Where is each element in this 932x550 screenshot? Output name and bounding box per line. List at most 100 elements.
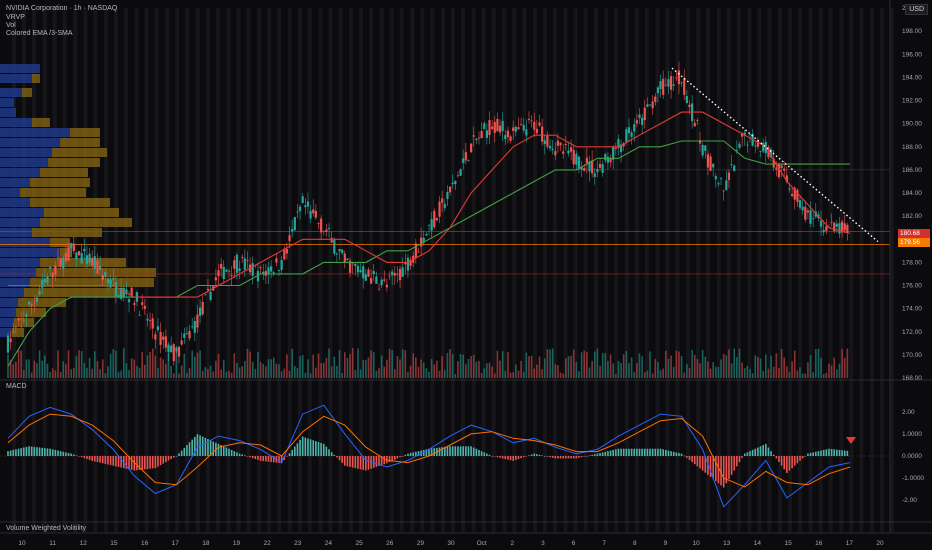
- candle-body: [201, 301, 204, 315]
- volume-bar: [372, 352, 375, 378]
- vp-buy-bar: [0, 128, 70, 137]
- candle-body: [309, 210, 312, 219]
- vp-sell-bar: [18, 298, 66, 307]
- vp-buy-bar: [0, 178, 30, 187]
- candle-body: [67, 246, 70, 261]
- volume-bar: [393, 369, 396, 378]
- volume-bar: [515, 364, 517, 378]
- candle-body: [538, 122, 541, 126]
- volume-bar: [38, 350, 41, 378]
- macd-histogram-bar: [17, 448, 20, 456]
- vp-buy-bar: [0, 88, 22, 97]
- macd-histogram-bar: [409, 452, 412, 456]
- time-tick-label: 17: [172, 540, 180, 547]
- macd-histogram-bar: [678, 452, 680, 456]
- volume-bar: [275, 363, 278, 378]
- vp-buy-bar: [0, 188, 20, 197]
- indicator-ema-sma[interactable]: Colored EMA /3-SMA: [6, 29, 73, 38]
- macd-histogram-bar: [683, 455, 686, 457]
- volume-bar: [191, 350, 193, 378]
- candle-body: [148, 320, 152, 321]
- volume-bar: [280, 371, 283, 378]
- macd-histogram-bar: [212, 441, 215, 456]
- macd-histogram-bar: [812, 452, 814, 456]
- volume-bar: [738, 348, 741, 378]
- candle-body: [643, 107, 646, 121]
- vp-buy-bar: [0, 64, 40, 73]
- macd-histogram-bar: [541, 455, 543, 456]
- macd-histogram-bar: [412, 452, 415, 456]
- candle-body: [280, 259, 283, 270]
- candle-body: [567, 150, 570, 154]
- candle-body: [296, 211, 299, 213]
- macd-histogram-bar: [191, 439, 193, 456]
- volume-bar: [265, 366, 267, 378]
- candle-body: [225, 269, 228, 272]
- macd-histogram-bar: [767, 447, 770, 456]
- candle-body: [122, 288, 125, 297]
- macd-histogram-bar: [438, 447, 441, 456]
- candle-body: [435, 217, 438, 221]
- volume-bar: [301, 354, 304, 378]
- macd-histogram-bar: [512, 456, 514, 461]
- vp-sell-bar: [22, 88, 32, 97]
- candle-body: [180, 340, 183, 345]
- macd-histogram-bar: [96, 456, 99, 463]
- macd-histogram-bar: [183, 447, 186, 456]
- session-band: [859, 8, 864, 532]
- volume-bar: [588, 367, 591, 378]
- macd-histogram-bar: [546, 456, 549, 457]
- macd-histogram-bar: [525, 456, 528, 457]
- price-tick-label: 190.00: [902, 121, 922, 128]
- candle-body: [722, 190, 725, 192]
- volume-bar: [628, 363, 630, 378]
- macd-histogram-bar: [759, 446, 762, 456]
- volume-bar: [162, 359, 165, 378]
- macd-histogram-bar: [401, 456, 404, 457]
- volume-bar: [386, 359, 388, 378]
- volume-bar: [601, 353, 604, 378]
- macd-histogram-bar: [465, 446, 467, 456]
- candle-body: [501, 120, 504, 131]
- volume-bar: [722, 353, 725, 378]
- candle-body: [246, 259, 249, 261]
- chart-canvas[interactable]: 2.001.00000.0000-1.0000-2.00 200.00198.0…: [0, 0, 932, 550]
- vp-buy-bar: [0, 208, 44, 217]
- macd-histogram-bar: [12, 449, 15, 456]
- candle-body: [688, 104, 691, 108]
- volume-bar: [536, 364, 538, 378]
- volume-bar: [259, 362, 262, 378]
- macd-histogram-bar: [672, 451, 675, 456]
- candle-body: [367, 269, 370, 277]
- volume-bar: [428, 371, 430, 378]
- volume-bar: [272, 357, 275, 378]
- volume-bar: [501, 351, 504, 378]
- macd-histogram-bar: [825, 449, 828, 456]
- volume-bar: [814, 348, 817, 378]
- candle-body: [75, 252, 78, 260]
- candle-body: [304, 205, 307, 208]
- time-tick-label: 18: [202, 540, 210, 547]
- macd-histogram-bar: [7, 451, 9, 456]
- volume-bar: [622, 354, 625, 378]
- candle-body: [472, 135, 475, 137]
- vp-sell-bar: [20, 188, 86, 197]
- macd-histogram-bar: [775, 456, 778, 459]
- candle-body: [546, 135, 549, 147]
- macd-histogram-bar: [649, 448, 651, 456]
- candle-body: [496, 118, 499, 132]
- volume-bar: [778, 367, 780, 378]
- volume-bar: [46, 363, 49, 378]
- time-tick-label: 26: [386, 540, 394, 547]
- candle-body: [317, 222, 320, 224]
- vp-sell-bar: [40, 168, 88, 177]
- currency-badge[interactable]: USD: [905, 4, 928, 15]
- volume-bar: [643, 372, 646, 378]
- candle-body: [791, 193, 794, 196]
- vp-sell-bar: [40, 218, 132, 227]
- candle-body: [156, 326, 160, 331]
- candle-body: [162, 336, 165, 340]
- volume-bar: [267, 359, 270, 378]
- volume-bar: [333, 356, 336, 378]
- macd-histogram-bar: [783, 456, 786, 470]
